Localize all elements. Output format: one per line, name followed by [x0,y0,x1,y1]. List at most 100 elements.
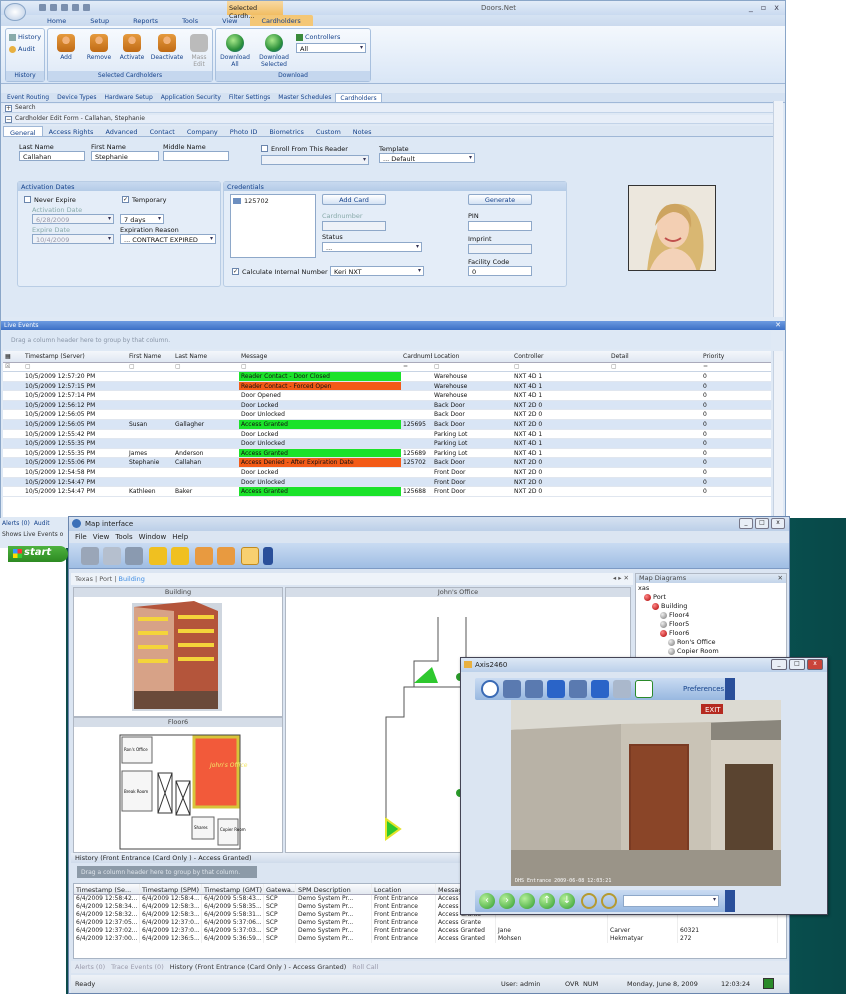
home-icon[interactable] [519,893,535,909]
copy-icon[interactable] [72,4,79,11]
column-chooser-icon[interactable]: ▦ [3,351,15,362]
facility-code-field[interactable]: 0 [468,266,532,276]
forward-icon[interactable]: › [499,893,515,909]
floor-plan[interactable]: Ron's Office Break Room John's Office Sh… [74,727,284,853]
group-by-area[interactable]: Drag a column header here to group by th… [3,331,771,349]
column-header[interactable]: Timestamp (SPM) [140,884,202,894]
snapshot-icon[interactable] [569,680,587,698]
alerts-tab[interactable]: Alerts (0) [2,520,30,527]
column-header[interactable]: SPM Description [296,884,372,894]
activate-button[interactable]: Activate [118,34,146,61]
column-header[interactable]: Cardnumber [401,351,432,362]
view-icon[interactable] [481,680,499,698]
door-icon[interactable] [414,667,438,683]
tab-building[interactable]: Building [119,575,145,583]
remove-button[interactable]: Remove [86,34,112,61]
tab-contact[interactable]: Contact [144,126,181,136]
table-row[interactable]: 10/5/2009 12:54:47 PM Door Unlocked Front … [3,477,771,488]
add-card-button[interactable]: Add Card [322,194,386,205]
back-icon[interactable]: ‹ [479,893,495,909]
minimize-icon[interactable]: _ [749,3,753,12]
column-header[interactable]: Message [239,351,401,362]
audit-button[interactable]: Audit [9,45,35,53]
tab-reports[interactable]: Reports [121,15,170,26]
menu-file[interactable]: File [75,533,87,541]
tree-item-floor6[interactable]: Floor6 [660,629,689,638]
record-icon[interactable] [503,680,521,698]
enroll-checkbox[interactable] [261,145,268,152]
toolbar-overflow-icon[interactable] [263,547,273,565]
download-all-button[interactable]: Download All [220,34,250,68]
table-row[interactable]: 10/5/2009 12:55:35 PM James Anderson Access… [3,448,771,459]
generate-button[interactable]: Generate [468,194,532,205]
table-row[interactable]: 6/4/2009 12:37:05... 6/4/2009 12:37:0... 6… [74,919,786,927]
new-view-icon[interactable] [635,680,653,698]
user-info-icon[interactable] [217,547,235,565]
tab-notes[interactable]: Notes [347,126,378,136]
temporary-checkbox[interactable]: ✓ [122,196,129,203]
template-select[interactable]: ... Default [379,153,475,163]
deactivate-button[interactable]: Deactivate [150,34,184,61]
table-row[interactable]: 10/5/2009 12:57:20 PM Reader Contact - Do… [3,372,771,382]
table-row[interactable]: 10/5/2009 12:56:05 PM Susan Gallagher Acces… [3,419,771,430]
zoom-in-icon[interactable] [581,893,597,909]
table-row[interactable]: 10/5/2009 12:55:42 PM Door Locked Parking … [3,430,771,440]
column-header[interactable]: Timestamp (Server) [23,351,127,362]
table-row[interactable]: 10/5/2009 12:54:58 PM Door Locked Front Do… [3,468,771,478]
tab-roll-call[interactable]: Roll Call [352,963,378,971]
controllers-select[interactable]: All [296,43,366,53]
camera-icon[interactable] [241,547,259,565]
calculate-checkbox[interactable]: ✓ [232,268,239,275]
add-button[interactable]: Add [54,34,78,61]
column-header[interactable]: Gatewa... [264,884,296,894]
tab-biometrics[interactable]: Biometrics [263,126,310,136]
minimize-icon[interactable]: _ [739,518,753,529]
tab-custom[interactable]: Custom [310,126,347,136]
help-icon[interactable] [613,680,631,698]
column-header[interactable]: Priority [701,351,731,362]
column-header[interactable]: Location [372,884,436,894]
cardnumber-field[interactable] [322,221,386,231]
expand-icon[interactable]: + [5,105,12,112]
close-icon[interactable]: x [771,518,785,529]
tab-home[interactable]: Home [35,15,78,26]
close-icon[interactable]: x [807,659,823,670]
table-row[interactable]: 6/4/2009 12:37:00... 6/4/2009 12:36:5... 6… [74,935,786,943]
last-name-field[interactable]: Callahan [19,151,85,161]
pan-down-icon[interactable]: ↓ [559,893,575,909]
reader-select[interactable] [261,155,369,165]
credential-list[interactable]: 125702 [230,194,316,258]
table-row[interactable]: 10/5/2009 12:55:06 PM Stephanie Callahan Ac… [3,458,771,468]
column-header[interactable]: Location [432,351,512,362]
pin-field[interactable] [468,221,532,231]
tab-setup[interactable]: Setup [78,15,121,26]
card-format-select[interactable]: Keri NXT [330,266,424,276]
preferences-dropdown[interactable]: Preferences ▾ [683,685,730,693]
camera-feed[interactable]: EXIT DHS Entrance 2009-06-08 12:03:21 [511,700,781,886]
column-header[interactable]: Detail [609,351,701,362]
table-row[interactable]: 10/5/2009 12:56:05 PM Door Unlocked Back D… [3,410,771,420]
menu-window[interactable]: Window [139,533,167,541]
fast-forward-icon[interactable] [591,680,609,698]
start-button[interactable]: start [8,546,68,562]
tab-port[interactable]: Port [99,575,112,583]
list-item[interactable]: 125702 [231,195,315,207]
save-icon[interactable] [39,4,46,11]
menu-tools[interactable]: Tools [115,533,132,541]
middle-name-field[interactable] [163,151,229,161]
print-icon[interactable] [61,4,68,11]
print-preview-icon[interactable] [103,547,121,565]
audit-tab[interactable]: Audit [34,520,50,527]
maximize-icon[interactable]: □ [789,659,805,670]
tab-company[interactable]: Company [181,126,224,136]
search-bar[interactable]: + Search [3,104,783,113]
close-icon[interactable]: x [774,3,779,12]
tab-alerts[interactable]: Alerts (0) [75,963,105,971]
never-expire-checkbox[interactable] [24,196,31,203]
tab-cardholders-doc[interactable]: Cardholders [335,93,382,102]
expiration-reason-select[interactable]: ... CONTRACT EXPIRED [120,234,216,244]
status-select[interactable]: ... [322,242,422,252]
column-header[interactable]: Last Name [173,351,239,362]
table-row[interactable]: 10/5/2009 12:54:47 PM Kathleen Baker Access… [3,487,771,497]
column-header[interactable]: Timestamp (GMT) [202,884,264,894]
